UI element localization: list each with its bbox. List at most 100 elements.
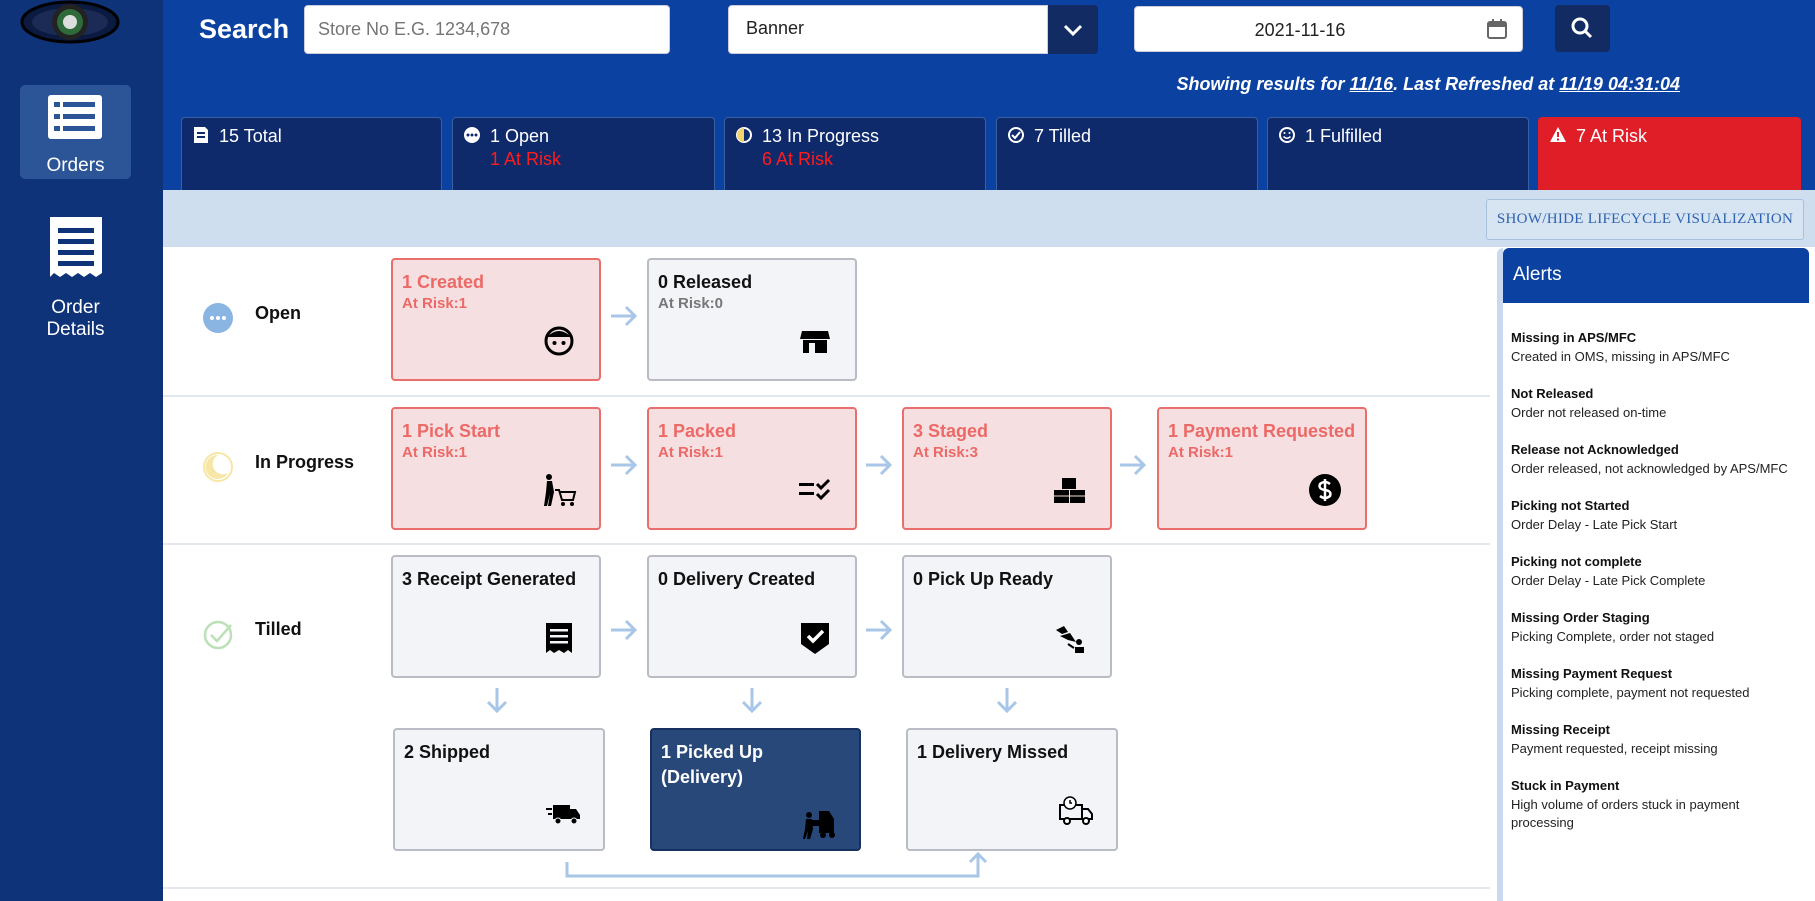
- refreshed-time-link[interactable]: 11/19 04:31:04: [1559, 74, 1680, 94]
- summary-card-fulfilled[interactable]: 1 Fulfilled: [1267, 117, 1529, 190]
- alert-desc: Payment requested, receipt missing: [1511, 741, 1718, 756]
- alerts-panel: Alerts Missing in APS/MFC Created in OMS,…: [1497, 248, 1809, 901]
- date-value: 2021-11-16: [1254, 20, 1346, 40]
- card-risk: 1 At Risk: [490, 149, 562, 169]
- banner-dropdown-button[interactable]: [1048, 5, 1098, 54]
- status-middle: . Last Refreshed at: [1393, 74, 1560, 94]
- arrow-down-icon: [482, 687, 512, 714]
- date-input[interactable]: 2021-11-16: [1134, 6, 1523, 52]
- alert-desc: Order not released on-time: [1511, 405, 1667, 420]
- box-title: 0 Pick Up Ready: [913, 569, 1054, 589]
- lifecycle-box-pickup-ready[interactable]: 0 Pick Up Ready: [902, 555, 1112, 678]
- box-title: 1 Delivery Missed: [917, 742, 1069, 762]
- lifecycle-toggle-button[interactable]: SHOW/HIDE LIFECYCLE VISUALIZATION: [1486, 199, 1804, 240]
- handover-icon: [1056, 626, 1084, 653]
- alert-title: Stuck in Payment: [1511, 778, 1620, 793]
- lifecycle-box-delivery-missed[interactable]: 1 Delivery Missed: [906, 728, 1118, 851]
- receipt-icon: [546, 623, 572, 653]
- card-label: 15 Total: [219, 126, 282, 146]
- divider: [163, 887, 1490, 889]
- card-label: 1 Fulfilled: [1305, 126, 1383, 146]
- box-title: 2 Shipped: [404, 742, 491, 762]
- lifecycle-box-receipt-generated[interactable]: 3 Receipt Generated: [391, 555, 601, 678]
- search-title: Search: [199, 14, 290, 44]
- sidebar-item-orders[interactable]: Orders: [20, 85, 131, 179]
- alert-item[interactable]: Missing Receipt Payment requested, receip…: [1511, 722, 1811, 758]
- alert-desc: Picking complete, payment not requested: [1511, 685, 1750, 700]
- alert-item[interactable]: Release not Acknowledged Order released, …: [1511, 442, 1811, 478]
- alert-title: Missing in APS/MFC: [1511, 330, 1637, 345]
- divider: [163, 543, 1490, 545]
- dots-icon: [464, 127, 480, 143]
- stage-label-open: Open: [255, 303, 302, 323]
- summary-card-open[interactable]: 1 Open 1 At Risk: [452, 117, 715, 190]
- arrow-right-icon: [609, 303, 639, 329]
- alert-title: Missing Receipt: [1511, 722, 1610, 737]
- box-title: 1 Payment Requested: [1168, 421, 1356, 441]
- alert-item[interactable]: Picking not complete Order Delay - Late P…: [1511, 554, 1811, 590]
- check-circle-icon: [1008, 127, 1024, 143]
- alert-item[interactable]: Missing in APS/MFC Created in OMS, missin…: [1511, 330, 1811, 366]
- summary-card-in-progress[interactable]: 13 In Progress 6 At Risk: [724, 117, 986, 190]
- banner-select[interactable]: Banner: [728, 5, 1048, 54]
- box-title: 1 Picked Up (Delivery): [661, 742, 764, 787]
- search-button[interactable]: [1555, 5, 1610, 52]
- alert-title: Release not Acknowledged: [1511, 442, 1679, 457]
- summary-card-total[interactable]: 15 Total: [181, 117, 442, 190]
- lifecycle-box-picked-up[interactable]: 1 Picked Up (Delivery): [650, 728, 861, 851]
- sidebar-item-order-details[interactable]: Order Details: [20, 215, 131, 340]
- dollar-icon: [1309, 474, 1341, 506]
- banner-select-value: Banner: [746, 18, 805, 38]
- summary-card-at-risk[interactable]: 7 At Risk: [1538, 117, 1801, 190]
- box-risk: At Risk:1: [402, 295, 468, 312]
- lifecycle-box-pick-start[interactable]: 1 Pick Start At Risk:1: [391, 407, 601, 530]
- alert-title: Picking not Started: [1511, 498, 1630, 513]
- arrow-down-icon: [992, 687, 1022, 714]
- summary-card-tilled[interactable]: 7 Tilled: [996, 117, 1258, 190]
- alert-item[interactable]: Missing Order Staging Picking Complete, o…: [1511, 610, 1811, 646]
- delivery-truck-icon: [546, 805, 580, 825]
- store-icon: [800, 331, 830, 353]
- alert-item[interactable]: Stuck in Payment High volume of orders st…: [1511, 778, 1781, 832]
- lifecycle-box-delivery-created[interactable]: 0 Delivery Created: [647, 555, 857, 678]
- warning-icon: [1550, 127, 1566, 142]
- lifecycle-box-packed[interactable]: 1 Packed At Risk:1: [647, 407, 857, 530]
- divider: [163, 395, 1490, 397]
- results-date-link[interactable]: 11/16: [1349, 74, 1393, 94]
- box-title: 0 Released: [658, 272, 753, 292]
- half-moon-icon: [736, 127, 752, 143]
- card-label: 1 Open: [490, 126, 550, 146]
- search-icon: [1571, 17, 1593, 39]
- arrow-down-icon: [737, 687, 767, 714]
- alert-desc: Picking Complete, order not staged: [1511, 629, 1715, 644]
- box-title: 0 Delivery Created: [658, 569, 816, 589]
- stage-label-in-progress: In Progress: [255, 452, 355, 472]
- calendar-icon[interactable]: [1486, 18, 1508, 40]
- box-risk: At Risk:0: [658, 295, 724, 312]
- box-title: 1 Created: [402, 272, 485, 292]
- alert-item[interactable]: Picking not Started Order Delay - Late Pi…: [1511, 498, 1811, 534]
- card-label: 13 In Progress: [762, 126, 880, 146]
- shield-check-icon: [801, 623, 829, 654]
- lifecycle-box-staged[interactable]: 3 Staged At Risk:3: [902, 407, 1112, 530]
- box-title: 1 Pick Start: [402, 421, 501, 441]
- store-search-input[interactable]: [304, 5, 670, 54]
- stage-label-tilled: Tilled: [255, 619, 302, 639]
- alert-desc: Order Delay - Late Pick Complete: [1511, 573, 1706, 588]
- in-progress-stage-icon: [203, 452, 233, 482]
- results-status: Showing results for 11/16. Last Refreshe…: [1176, 74, 1680, 95]
- lifecycle-box-created[interactable]: 1 Created At Risk:1: [391, 258, 601, 381]
- lifecycle-box-shipped[interactable]: 2 Shipped: [393, 728, 605, 851]
- card-risk: 6 At Risk: [762, 149, 834, 169]
- alert-item[interactable]: Not Released Order not released on-time: [1511, 386, 1811, 422]
- lifecycle-box-released[interactable]: 0 Released At Risk:0: [647, 258, 857, 381]
- arrow-right-icon: [609, 452, 639, 478]
- arrow-right-icon: [864, 452, 894, 478]
- arrow-right-icon: [609, 617, 639, 643]
- box-risk: At Risk:3: [913, 444, 979, 461]
- alert-desc: Order released, not acknowledged by APS/…: [1511, 461, 1788, 476]
- eye-logo-icon: [20, 0, 120, 44]
- checklist-icon: [799, 478, 831, 501]
- alert-item[interactable]: Missing Payment Request Picking complete,…: [1511, 666, 1811, 702]
- lifecycle-box-payment-requested[interactable]: 1 Payment Requested At Risk:1: [1157, 407, 1367, 530]
